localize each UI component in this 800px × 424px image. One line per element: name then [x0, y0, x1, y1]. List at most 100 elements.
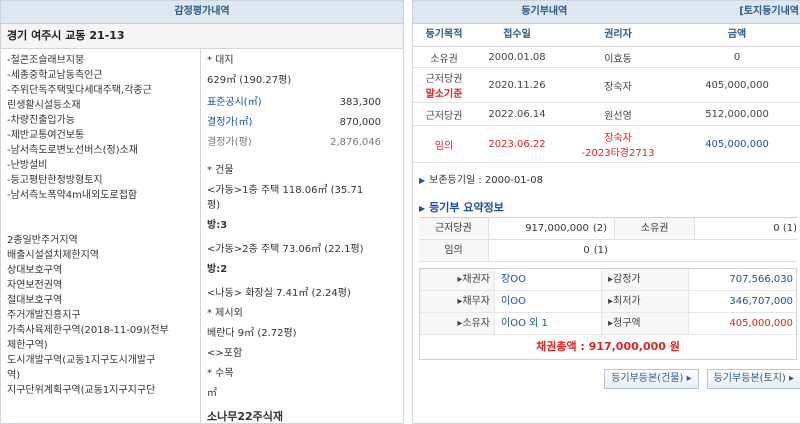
col-holder: 권리자 [604, 29, 632, 40]
appraisal-title: 감정평가내역 [1, 1, 403, 24]
zoning-item: 주거개발진흥지구 [7, 310, 81, 321]
summary-row: 임의 0 (1) [419, 240, 797, 262]
row-amount: 512,000,000 [705, 108, 769, 120]
price-label: ▸감정가 [601, 269, 689, 290]
price-value: 346,707,000 [729, 296, 793, 307]
party-label: ▸채무자 [420, 291, 495, 312]
decided-pyeong-value: 2,876,046 [330, 137, 381, 148]
land-heading: * 대지 [207, 55, 234, 66]
col-date: 접수일 [503, 29, 531, 40]
price-label: ▸최저가 [601, 291, 689, 312]
feature-column: -철콘조슬래브지붕 -세종중학교남동측인근 -주위단독주택및다세대주택,각종근 … [1, 49, 201, 423]
case-number: -2023타경2713 [581, 148, 655, 159]
decided-price-value: 870,000 [339, 117, 381, 128]
included-note: <>포함 [207, 348, 243, 359]
table-row: 근저당권 말소기준 2020.11.26 장숙자 405,000,000 [413, 68, 800, 103]
summary-value: 0 [583, 245, 590, 256]
zoning-item: 절대보호구역 [7, 295, 63, 306]
total-claims: 채권총액 : 917,000,000 원 [536, 340, 680, 353]
decided-pyeong-label: 결정가(평) [207, 137, 252, 148]
summary-label: 근저당권 [419, 218, 489, 239]
bullet-icon: ▶ [419, 176, 426, 185]
row-amount: 405,000,000 [705, 79, 769, 91]
feature-item: -철콘조슬래브지붕 [7, 55, 85, 66]
building-heading: * 건물 [207, 165, 234, 176]
price-value: 707,566,030 [729, 274, 793, 285]
building-2-rooms: 방:2 [207, 264, 228, 275]
base-right-badge: 말소기준 [425, 89, 463, 100]
zoning-item: 자연보전권역 [7, 280, 63, 291]
col-purpose: 등기목적 [425, 29, 463, 40]
zoning-item: 배출시설설치제한지역 [7, 250, 99, 261]
row-holder-cell: 장숙자 -2023타경2713 [559, 126, 677, 162]
bullet-icon: ▶ [419, 204, 426, 213]
zoning-item: 지구단위계획구역(교동1지구지구단 [7, 385, 156, 396]
building-1-rooms: 방:3 [207, 220, 228, 231]
summary-label-2: 소유권 [614, 218, 695, 239]
row-purpose: 임의 [434, 140, 454, 152]
col-amount: 금액 [727, 29, 747, 40]
summary-count: (2) [592, 223, 607, 234]
feature-item: -남서측노폭약4m내외도로접함 [7, 190, 138, 201]
building-3: <나동> 화장실 7.41㎡ (2.24평) [207, 288, 351, 299]
row-holder: 장숙자 [604, 133, 632, 144]
registry-table-header: 등기목적 접수일 권리자 금액 [413, 24, 800, 47]
party-value: 장OO [501, 274, 526, 285]
row-purpose: 소유권 [430, 53, 458, 65]
decided-price-row: 결정가(㎡) 870,000 [207, 113, 403, 133]
land-registry-button[interactable]: 등기부등본(토지) ▸ [706, 369, 800, 389]
feature-item: -난방설비 [7, 160, 48, 171]
feature-item: -남서측도로변노선버스(정)소재 [7, 145, 139, 156]
row-holder: 장숙자 [604, 81, 632, 93]
summary-value-2 [694, 240, 797, 261]
row-purpose-cell: 근저당권 말소기준 [413, 68, 475, 102]
registry-header: 등기부내역 [토지등기내역 [413, 1, 800, 24]
summary-label: 임의 [419, 240, 490, 261]
party-label: ▸채권자 [420, 269, 495, 290]
party-value: 이OO 외 1 [501, 318, 548, 329]
summary-value-2: 0 (1) [773, 223, 797, 234]
zoning-item: 제한구역) [7, 340, 48, 351]
table-row: 임의 2023.06.22 장숙자 -2023타경2713 405,000,00… [413, 126, 800, 163]
party-row: ▸채무자 이OO ▸최저가 346,707,000 [420, 291, 796, 313]
zoning-item: 2종일반주거지역 [7, 235, 78, 246]
veranda: 베란다 9㎡ (2.72평) [207, 328, 297, 339]
building-1: <가동>1층 주택 118.06㎡ (35.71 [207, 185, 364, 196]
summary-row: 근저당권 917,000,000 (2) 소유권 0 (1) [419, 218, 797, 240]
trees-heading: * 수목 [207, 368, 234, 379]
decided-price-label: 결정가(㎡) [207, 117, 253, 128]
summary-value: 917,000,000 [525, 223, 589, 234]
zoning-item: 상대보호구역 [7, 265, 63, 276]
registry-buttons: 등기부등본(건물) ▸ 등기부등본(토지) ▸ [604, 369, 800, 389]
appraisal-panel: 감정평가내역 경기 여주시 교동 21-13 -철콘조슬래브지붕 -세종중학교남… [0, 0, 404, 424]
zoning-item: 가축사육제한구역(2018-11-09)(전부 [7, 325, 169, 336]
feature-item: -등고평탄한정방형토지 [7, 175, 103, 186]
price-value: 405,000,000 [729, 318, 793, 329]
summary-count: (1) [593, 245, 608, 256]
zoning-item: 도시개발구역(교동1지구도시개발구 [7, 355, 156, 366]
party-value: 이OO [501, 296, 526, 307]
land-area: 629㎡ (190.27평) [207, 75, 292, 86]
summary-heading: 등기부 요약정보 [429, 201, 504, 214]
official-price-label: 표준공시(㎡) [207, 97, 262, 108]
summary-table: 근저당권 917,000,000 (2) 소유권 0 (1) 임의 0 (1) [419, 217, 797, 262]
land-registry-tab[interactable]: [토지등기내역 [676, 1, 800, 23]
building-registry-button[interactable]: 등기부등본(건물) ▸ [604, 369, 699, 389]
registry-panel: 등기부내역 [토지등기내역 등기목적 접수일 권리자 금액 소유권 2000.0… [412, 0, 800, 424]
row-holder: 이효동 [604, 53, 632, 65]
preserved-date: 보존등기일 : 2000-01-08 [429, 175, 543, 186]
row-holder: 원선영 [604, 110, 632, 122]
table-row: 소유권 2000.01.08 이효동 0 [413, 47, 800, 68]
row-date: 2000.01.08 [488, 51, 546, 63]
row-date: 2023.06.22 [488, 138, 546, 150]
parties-box: ▸채권자 장OO ▸감정가 707,566,030 ▸채무자 이OO ▸최저가 … [419, 268, 797, 360]
row-amount: 405,000,000 [705, 138, 769, 150]
registry-title: 등기부내역 [521, 6, 568, 17]
row-date: 2020.11.26 [488, 79, 546, 91]
feature-item: -차량진출입가능 [7, 115, 76, 126]
party-row: ▸채권자 장OO ▸감정가 707,566,030 [420, 269, 796, 291]
feature-item: -세종중학교남동측인근 [7, 70, 103, 81]
zoning-item: 역) [7, 370, 21, 381]
excluded-heading: * 제시외 [207, 308, 243, 319]
valuation-column: * 대지 629㎡ (190.27평) 표준공시(㎡) 383,300 결정가(… [201, 49, 403, 423]
